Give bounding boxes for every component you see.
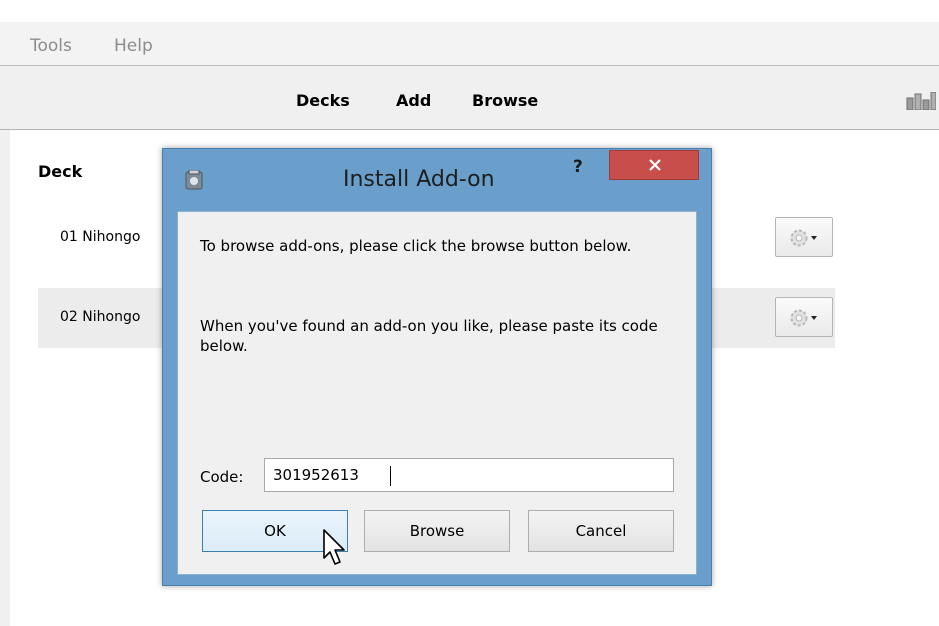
gear-icon <box>790 309 817 327</box>
stats-icon[interactable] <box>906 92 936 110</box>
mouse-pointer-icon <box>323 529 345 565</box>
menu-help[interactable]: Help <box>114 36 153 56</box>
window-top-strip <box>0 0 939 22</box>
code-label: Code: <box>200 468 244 486</box>
menu-bar: Tools Help <box>0 22 939 66</box>
top-toolbar: Decks Add Browse <box>0 66 939 130</box>
help-button[interactable]: ? <box>573 157 583 177</box>
code-input[interactable] <box>264 458 674 492</box>
instruction-text-paste: When you've found an add-on you like, pl… <box>200 317 658 355</box>
dialog-title: Install Add-on <box>343 167 495 192</box>
gear-icon <box>790 229 817 247</box>
dialog-body: To browse add-ons, please click the brow… <box>177 211 697 575</box>
cancel-button[interactable]: Cancel <box>528 510 674 552</box>
close-icon <box>649 159 661 171</box>
menu-tools[interactable]: Tools <box>30 36 72 56</box>
close-button[interactable] <box>609 150 699 180</box>
toolbar-add-link[interactable]: Add <box>396 91 431 110</box>
toolbar-browse-link[interactable]: Browse <box>472 91 538 110</box>
instruction-text-browse: To browse add-ons, please click the brow… <box>200 237 632 255</box>
install-addon-dialog: Install Add-on ? To browse add-ons, plea… <box>162 148 712 586</box>
text-caret <box>390 466 391 486</box>
anki-app-icon <box>185 170 203 190</box>
deck-options-button[interactable] <box>775 297 833 337</box>
browse-button[interactable]: Browse <box>364 510 510 552</box>
deck-column-header: Deck <box>38 162 83 181</box>
anki-main-window: Tools Help Decks Add Browse Deck 01 Niho… <box>0 0 939 626</box>
deck-name[interactable]: 01 Nihongo <box>60 229 140 245</box>
toolbar-decks-link[interactable]: Decks <box>296 91 350 110</box>
deck-options-button[interactable] <box>775 217 833 257</box>
deck-name[interactable]: 02 Nihongo <box>60 309 140 325</box>
